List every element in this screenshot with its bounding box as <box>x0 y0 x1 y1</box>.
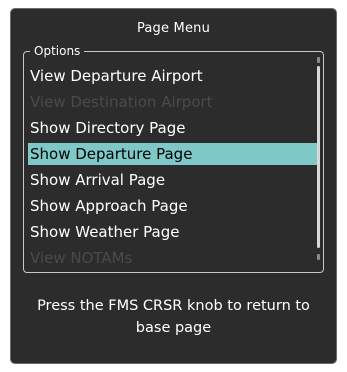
options-group: Options View Departure Airport View Dest… <box>23 43 324 273</box>
scrollbar-bottom-cap <box>317 254 320 260</box>
menu-item-show-arrival-page[interactable]: Show Arrival Page <box>28 169 319 191</box>
page-title: Page Menu <box>136 21 211 36</box>
menu-item-show-approach-page[interactable]: Show Approach Page <box>28 195 319 217</box>
page-menu-window: Page Menu Options View Departure Airport… <box>10 8 337 364</box>
menu-item-view-notams: View NOTAMs <box>30 249 133 267</box>
menu-item-view-departure-airport[interactable]: View Departure Airport <box>28 65 319 87</box>
menu-item-show-directory-page[interactable]: Show Directory Page <box>28 117 319 139</box>
scrollbar[interactable] <box>317 66 320 248</box>
options-label: Options <box>30 43 85 59</box>
instruction-line-2: base page <box>135 320 212 336</box>
scrollbar-top-cap <box>317 57 320 63</box>
instruction-line-1: Press the FMS CRSR knob to return to <box>37 298 310 314</box>
menu-item-view-destination-airport: View Destination Airport <box>30 93 213 111</box>
instruction-text: Press the FMS CRSR knob to return to bas… <box>11 295 336 339</box>
menu-item-show-weather-page[interactable]: Show Weather Page <box>28 221 319 243</box>
menu-item-show-departure-page[interactable]: Show Departure Page <box>28 143 319 165</box>
